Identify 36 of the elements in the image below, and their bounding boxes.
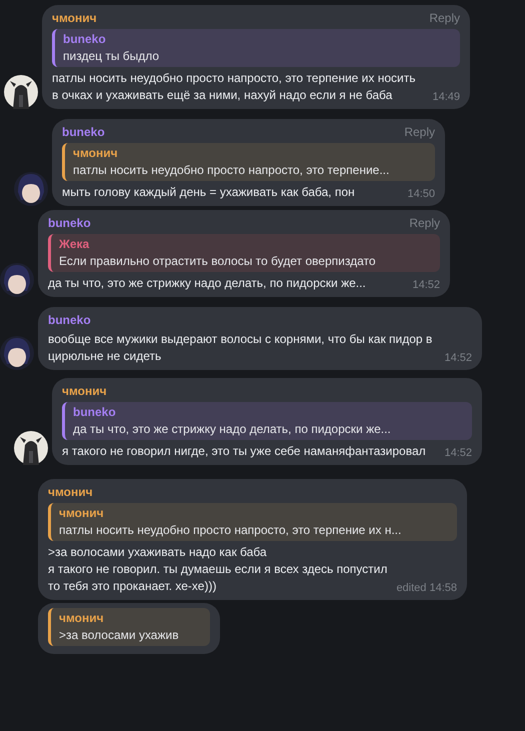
- sender-name: чмонич: [52, 10, 97, 27]
- quote-text: патлы носить неудобно просто напросто, это терпение...: [73, 162, 390, 179]
- message-text: мыть голову каждый день = ухаживать как баба, пон: [62, 184, 356, 201]
- quote-sender: buneko: [63, 31, 107, 48]
- quote-sender: Жека: [59, 236, 90, 253]
- message-text: вообще все мужики выдерают волосы с корнями, что бы как пидор в цирюльне не сидеть: [48, 331, 434, 365]
- quote-sender: чмонич: [73, 145, 119, 162]
- timestamp: 14:49: [432, 90, 460, 104]
- timestamp: 14:52: [444, 351, 472, 365]
- sender-name: чмонич: [62, 383, 107, 400]
- reply-quote[interactable]: Жека Если правильно отрастить волосы то будет оверпиздато: [48, 234, 440, 272]
- reply-quote[interactable]: чмонич >за волосами ухажив: [48, 608, 210, 646]
- quote-text: Если правильно отрастить волосы то будет оверпиздато: [59, 253, 377, 270]
- quote-text: патлы носить неудобно просто напросто, это терпение их н...: [59, 522, 402, 539]
- timestamp: 14:50: [407, 187, 435, 201]
- timestamp: 14:52: [412, 278, 440, 292]
- quote-sender: чмонич: [59, 505, 105, 522]
- quote-text: >за волосами ухажив: [59, 627, 180, 644]
- message-text: да ты что, это же стрижку надо делать, по пидорски же...: [48, 275, 367, 292]
- quote-text: да ты что, это же стрижку надо делать, по пидорски же...: [73, 421, 392, 438]
- sender-name: чмонич: [48, 484, 93, 501]
- quote-text: пиздец ты быдло: [63, 48, 160, 65]
- reply-quote[interactable]: buneko пиздец ты быдло: [52, 29, 460, 67]
- message-text: >за волосами ухаживать надо как баба я такого не говорил. ты думаешь если я всех здесь попустил то тебя это проканает. хе-хе))): [48, 544, 388, 595]
- message-text: патлы носить неудобно просто напросто, это терпение их носить в очках и ухаживать ещё за ними, нахуй надо если я не баба: [52, 70, 416, 104]
- reply-quote[interactable]: чмонич патлы носить неудобно просто напросто, это терпение их н...: [48, 503, 457, 541]
- sender-name: buneko: [48, 215, 91, 232]
- sender-name: buneko: [62, 124, 105, 141]
- quote-sender: buneko: [73, 404, 117, 421]
- timestamp: 14:52: [444, 446, 472, 460]
- sender-name: buneko: [48, 312, 91, 329]
- message-text: я такого не говорил нигде, это ты уже себе наманяфантазировал: [62, 443, 427, 460]
- timestamp: edited 14:58: [396, 581, 457, 595]
- reply-quote[interactable]: buneko да ты что, это же стрижку надо делать, по пидорски же...: [62, 402, 472, 440]
- quote-sender: чмонич: [59, 610, 105, 627]
- reply-quote[interactable]: чмонич патлы носить неудобно просто напросто, это терпение...: [62, 143, 435, 181]
